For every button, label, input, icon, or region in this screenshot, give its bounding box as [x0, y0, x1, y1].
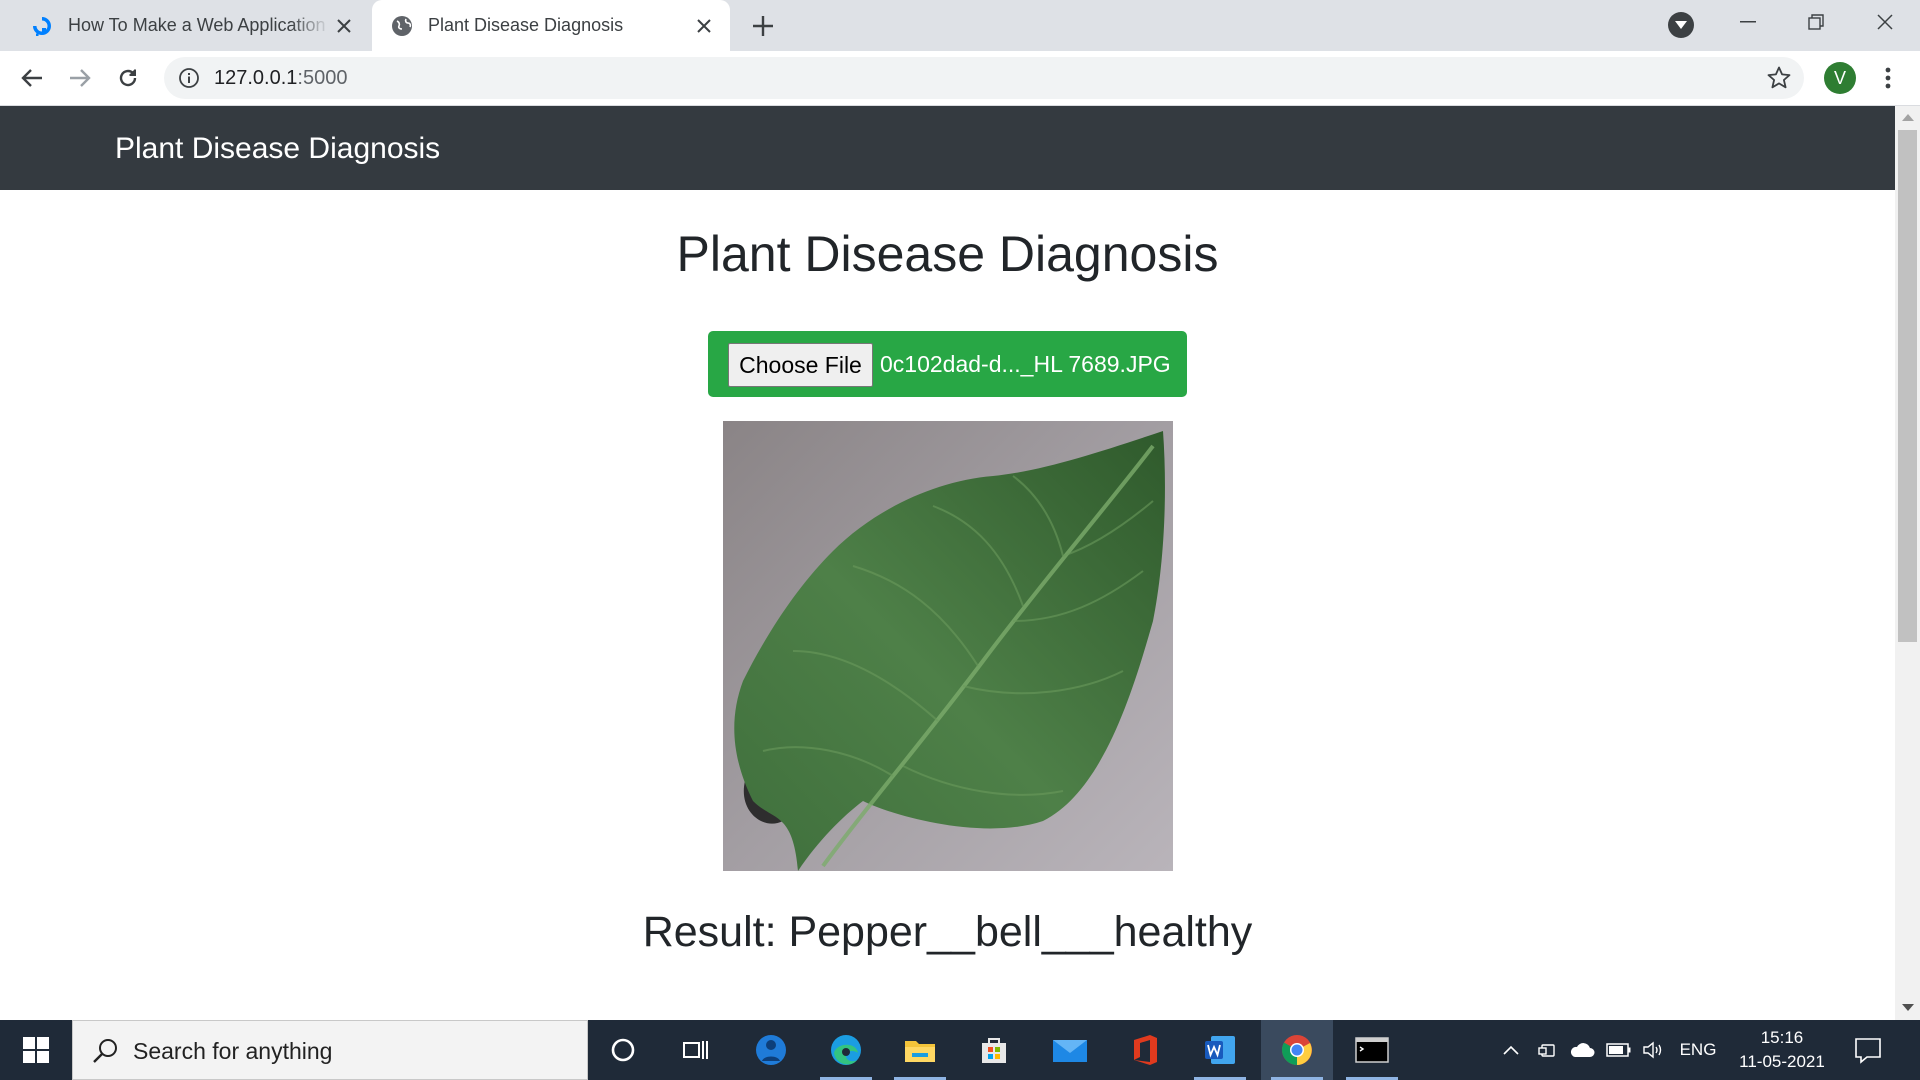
page-scrollbar[interactable]: [1895, 106, 1920, 1020]
close-tab-icon[interactable]: [330, 12, 358, 40]
chrome-button[interactable]: [1261, 1020, 1333, 1080]
tray-battery[interactable]: [1603, 1020, 1635, 1080]
forward-button[interactable]: [62, 60, 98, 96]
file-explorer-button[interactable]: [884, 1020, 956, 1080]
battery-icon: [1606, 1043, 1631, 1057]
speaker-icon: [1643, 1041, 1662, 1059]
cortana-icon: [611, 1038, 635, 1062]
info-icon[interactable]: [178, 67, 200, 89]
office-button[interactable]: [1109, 1020, 1181, 1080]
choose-file-button[interactable]: Choose File: [728, 343, 873, 387]
close-window-button[interactable]: [1862, 4, 1908, 40]
mail-button[interactable]: [1034, 1020, 1106, 1080]
file-upload-box: Choose File 0c102dad-d..._HL 7689.JPG: [708, 331, 1187, 397]
word-icon: [1205, 1036, 1235, 1064]
new-tab-button[interactable]: [745, 8, 781, 44]
notification-center-icon[interactable]: [1852, 1034, 1884, 1066]
microsoft-store-button[interactable]: [958, 1020, 1030, 1080]
cloud-icon: [1570, 1043, 1595, 1057]
tab-title: Plant Disease Diagnosis: [428, 15, 624, 35]
page-viewport: Plant Disease Diagnosis Plant Disease Di…: [0, 106, 1895, 1020]
taskbar-search-input[interactable]: Search for anything: [72, 1020, 588, 1080]
avatar[interactable]: V: [1824, 62, 1856, 94]
reload-icon: [119, 69, 137, 87]
url-port: :5000: [297, 67, 348, 89]
globe-icon: [390, 14, 414, 38]
restore-icon: [1808, 14, 1824, 30]
page-title: Plant Disease Diagnosis: [676, 226, 1219, 282]
windows-taskbar: Search for anything ENG 15:16 11-05-2021: [0, 1020, 1920, 1080]
scroll-thumb[interactable]: [1898, 130, 1917, 642]
restore-button[interactable]: [1793, 4, 1839, 40]
terminal-button[interactable]: [1336, 1020, 1408, 1080]
scroll-down-icon[interactable]: [1902, 1004, 1914, 1011]
word-button[interactable]: [1184, 1020, 1256, 1080]
search-placeholder: Search for anything: [133, 1038, 333, 1064]
file-explorer-icon: [905, 1041, 935, 1062]
tab-title: How To Make a Web Application: [68, 15, 326, 35]
url-text: 127.0.0.1:5000: [214, 67, 347, 90]
task-view-button[interactable]: [660, 1020, 732, 1080]
language-indicator[interactable]: ENG: [1676, 1020, 1720, 1080]
reload-button[interactable]: [110, 60, 146, 96]
browser-toolbar: 127.0.0.1:5000 V: [0, 51, 1920, 106]
show-hidden-icons-button[interactable]: [1496, 1020, 1526, 1080]
tab-plant-disease-diagnosis[interactable]: Plant Disease Diagnosis: [372, 0, 730, 51]
close-tab-icon[interactable]: [690, 12, 718, 40]
chrome-icon: [1281, 1035, 1312, 1065]
tray-teams-meet[interactable]: [1532, 1020, 1562, 1080]
tab-how-to-make-web-app[interactable]: How To Make a Web Application: [12, 0, 370, 51]
edge-icon: [831, 1035, 861, 1065]
tab-strip: How To Make a Web Application Plant Dise…: [0, 0, 1920, 51]
site-navbar: Plant Disease Diagnosis: [0, 106, 1895, 190]
tray-volume[interactable]: [1638, 1020, 1670, 1080]
plus-icon: [753, 16, 773, 36]
azure-data-studio-button[interactable]: [735, 1020, 807, 1080]
azure-data-studio-icon: [756, 1035, 786, 1065]
arrow-left-icon: [21, 69, 42, 87]
clock-time: 15:16: [1760, 1028, 1804, 1047]
close-icon: [1877, 14, 1893, 30]
office-icon: [1134, 1035, 1157, 1065]
minimize-icon: [1740, 21, 1756, 23]
navbar-brand[interactable]: Plant Disease Diagnosis: [115, 132, 440, 166]
address-bar[interactable]: 127.0.0.1:5000: [164, 57, 1804, 99]
terminal-icon: [1355, 1037, 1389, 1063]
diagnosis-result: Result: Pepper__bell___healthy: [642, 908, 1253, 956]
edge-button[interactable]: [810, 1020, 882, 1080]
store-icon: [982, 1038, 1006, 1063]
scroll-up-icon[interactable]: [1902, 114, 1914, 121]
digitalocean-icon: [30, 14, 54, 38]
windows-logo-icon: [23, 1037, 49, 1063]
back-button[interactable]: [14, 60, 50, 96]
tray-onedrive[interactable]: [1565, 1020, 1599, 1080]
url-host: 127.0.0.1: [214, 67, 298, 89]
more-vert-icon: [1885, 67, 1891, 89]
clock-date: 11-05-2021: [1739, 1052, 1825, 1071]
start-button[interactable]: [0, 1020, 72, 1080]
minimize-button[interactable]: [1725, 4, 1771, 40]
chevron-up-icon: [1503, 1045, 1519, 1055]
arrow-right-icon: [70, 69, 91, 87]
search-icon: [93, 1039, 117, 1063]
cortana-button[interactable]: [587, 1020, 659, 1080]
chevron-down-icon: [1675, 21, 1687, 29]
task-view-icon: [683, 1041, 708, 1059]
meet-now-icon: [1538, 1044, 1555, 1057]
tab-search-button[interactable]: [1668, 12, 1694, 38]
menu-button[interactable]: [1872, 62, 1904, 94]
system-clock[interactable]: 15:16 11-05-2021: [1722, 1026, 1842, 1074]
selected-file-name: 0c102dad-d..._HL 7689.JPG: [880, 351, 1171, 377]
uploaded-leaf-image: [723, 421, 1173, 871]
star-icon[interactable]: [1766, 65, 1792, 91]
mail-icon: [1053, 1040, 1087, 1062]
